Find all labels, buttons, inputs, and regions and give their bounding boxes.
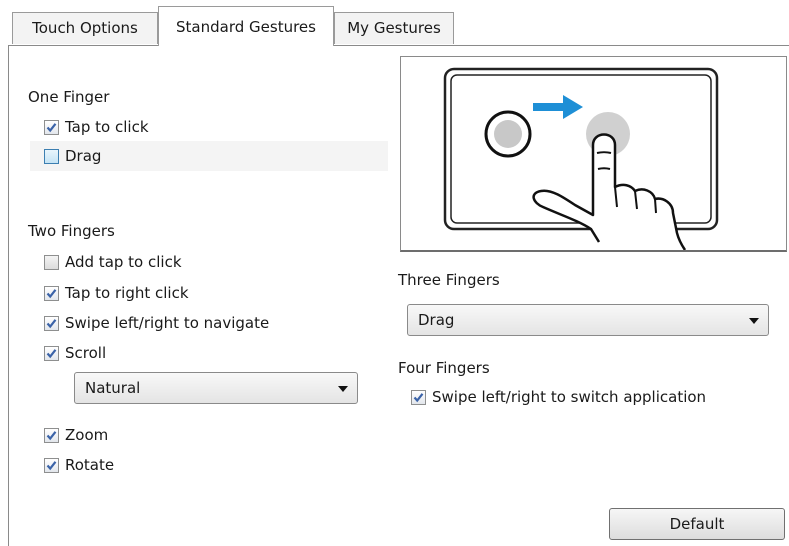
two-fingers-heading: Two Fingers — [28, 222, 115, 240]
scroll-direction-dropdown[interactable]: Natural — [74, 372, 358, 404]
swipe-switch-app-option[interactable]: Swipe left/right to switch application — [411, 386, 706, 408]
tab-strip: Touch Options My Gestures Standard Gestu… — [0, 0, 789, 46]
checkmark-icon — [46, 430, 57, 440]
scroll-label: Scroll — [65, 344, 107, 362]
rotate-checkbox[interactable] — [44, 457, 59, 473]
scroll-option[interactable]: Scroll — [44, 342, 106, 364]
three-fingers-heading: Three Fingers — [398, 271, 500, 289]
drag-label: Drag — [65, 147, 102, 165]
swipe-navigate-checkbox[interactable] — [44, 315, 59, 331]
chevron-down-icon — [749, 318, 759, 324]
drag-checkbox[interactable] — [44, 148, 59, 164]
four-fingers-heading: Four Fingers — [398, 359, 490, 377]
rotate-option[interactable]: Rotate — [44, 454, 114, 476]
checkmark-icon — [413, 392, 424, 402]
swipe-switch-app-checkbox[interactable] — [411, 389, 426, 405]
tab-my-gestures[interactable]: My Gestures — [334, 12, 454, 44]
tap-to-right-click-checkbox[interactable] — [44, 285, 59, 301]
zoom-label: Zoom — [65, 426, 109, 444]
three-fingers-value: Drag — [418, 311, 455, 329]
three-fingers-dropdown[interactable]: Drag — [407, 304, 769, 336]
tap-to-click-option[interactable]: Tap to click — [44, 116, 149, 138]
gesture-preview — [400, 56, 787, 252]
checkmark-icon — [46, 460, 57, 470]
rotate-label: Rotate — [65, 456, 115, 474]
chevron-down-icon — [338, 386, 348, 392]
checkmark-icon — [46, 348, 57, 358]
zoom-option[interactable]: Zoom — [44, 424, 108, 446]
tab-touch-options[interactable]: Touch Options — [12, 12, 158, 44]
add-tap-to-click-label: Add tap to click — [65, 253, 182, 271]
swipe-navigate-label: Swipe left/right to navigate — [65, 314, 270, 332]
checkmark-icon — [46, 122, 57, 132]
tap-to-click-checkbox[interactable] — [44, 119, 59, 135]
tap-to-click-label: Tap to click — [65, 118, 149, 136]
checkmark-icon — [46, 318, 57, 328]
zoom-checkbox[interactable] — [44, 427, 59, 443]
add-tap-to-click-option[interactable]: Add tap to click — [44, 251, 182, 273]
scroll-direction-value: Natural — [85, 379, 141, 397]
tap-to-right-click-option[interactable]: Tap to right click — [44, 282, 189, 304]
one-finger-heading: One Finger — [28, 88, 110, 106]
checkmark-icon — [46, 288, 57, 298]
swipe-navigate-option[interactable]: Swipe left/right to navigate — [44, 312, 269, 334]
swipe-switch-app-label: Swipe left/right to switch application — [432, 388, 707, 406]
tap-to-right-click-label: Tap to right click — [65, 284, 189, 302]
tab-standard-gestures[interactable]: Standard Gestures — [158, 6, 334, 46]
add-tap-to-click-checkbox[interactable] — [44, 254, 59, 270]
scroll-checkbox[interactable] — [44, 345, 59, 361]
drag-option[interactable]: Drag — [44, 145, 101, 167]
default-button[interactable]: Default — [609, 508, 785, 540]
touchpad-gesture-illustration — [443, 67, 719, 251]
